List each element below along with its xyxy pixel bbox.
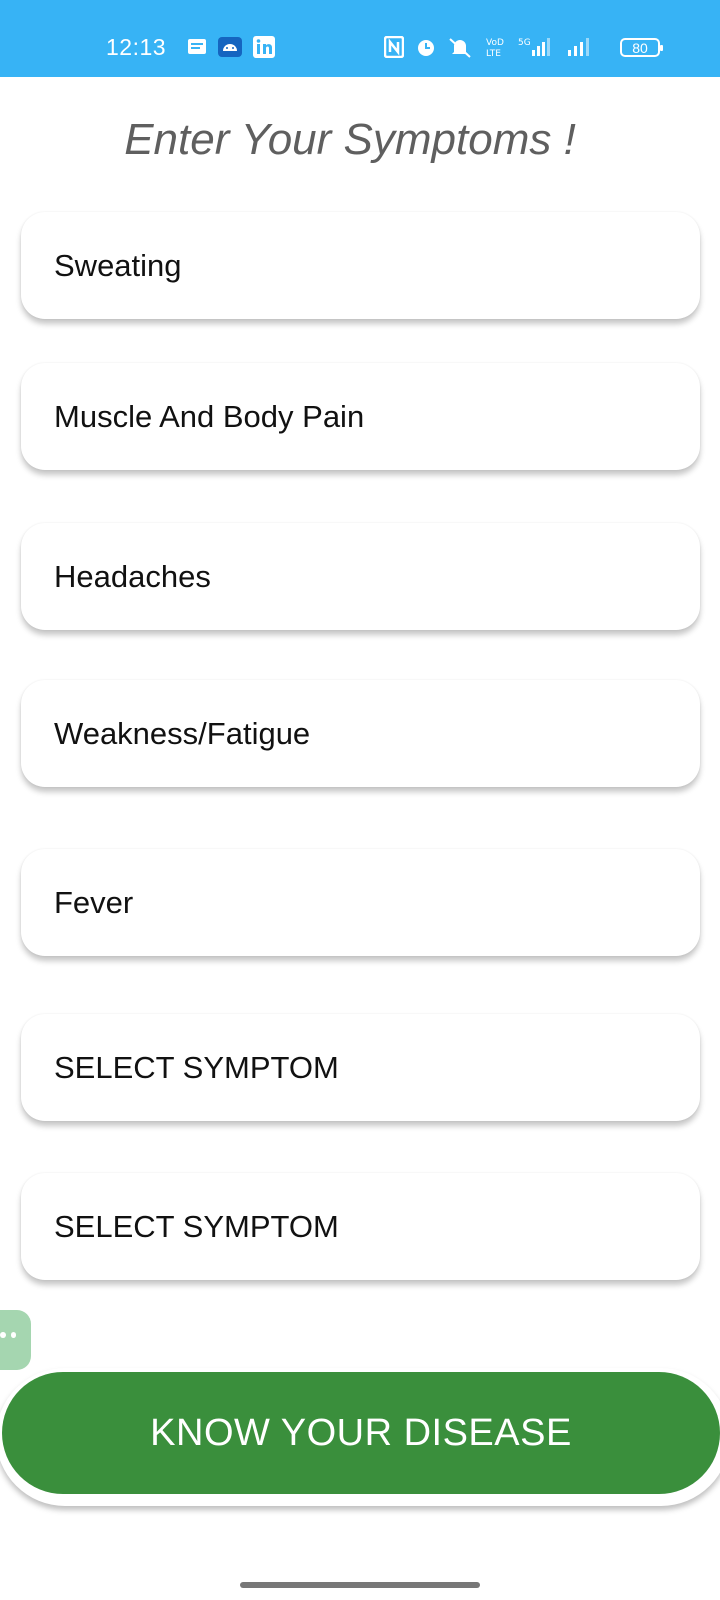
- status-time: 12:13: [106, 34, 167, 60]
- nfc-icon: [384, 36, 404, 58]
- symptom-select-5[interactable]: Fever: [21, 849, 700, 956]
- symptom-label: Muscle And Body Pain: [54, 398, 365, 434]
- symptom-label: Weakness/Fatigue: [54, 715, 311, 751]
- symptom-select-6[interactable]: SELECT SYMPTOM: [21, 1014, 700, 1121]
- floating-handle[interactable]: [0, 1310, 31, 1370]
- mute-icon: [449, 38, 471, 58]
- symptom-label: Headaches: [54, 558, 211, 594]
- more-dots-icon: [0, 1332, 16, 1340]
- linkedin-icon: [253, 36, 275, 58]
- know-your-disease-button[interactable]: KNOW YOUR DISEASE: [2, 1372, 720, 1494]
- signal-icon: [568, 38, 589, 56]
- signal-icon: 5G: [518, 38, 550, 56]
- svg-text:VoD: VoD: [486, 38, 504, 48]
- symptom-select-4[interactable]: Weakness/Fatigue: [21, 680, 700, 787]
- volte-icon: VoD LTE: [486, 38, 504, 58]
- symptom-label: Sweating: [54, 247, 182, 283]
- symptom-select-2[interactable]: Muscle And Body Pain: [21, 363, 700, 470]
- symptom-label: SELECT SYMPTOM: [54, 1208, 339, 1244]
- symptom-label: SELECT SYMPTOM: [54, 1049, 339, 1085]
- alarm-icon: [418, 40, 434, 56]
- message-icon: [188, 39, 206, 54]
- home-indicator[interactable]: [240, 1582, 480, 1588]
- symptom-select-3[interactable]: Headaches: [21, 523, 700, 630]
- page-title: Enter Your Symptoms !: [124, 115, 576, 164]
- symptom-select-7[interactable]: SELECT SYMPTOM: [21, 1173, 700, 1280]
- battery-icon: 80: [620, 38, 663, 57]
- symptom-label: Fever: [54, 884, 134, 920]
- svg-text:LTE: LTE: [486, 49, 501, 58]
- symptom-select-1[interactable]: Sweating: [21, 212, 700, 319]
- status-bar: 12:13 VoD LTE 5G 80: [0, 0, 720, 77]
- svg-text:5G: 5G: [518, 38, 531, 48]
- android-icon: [218, 37, 242, 57]
